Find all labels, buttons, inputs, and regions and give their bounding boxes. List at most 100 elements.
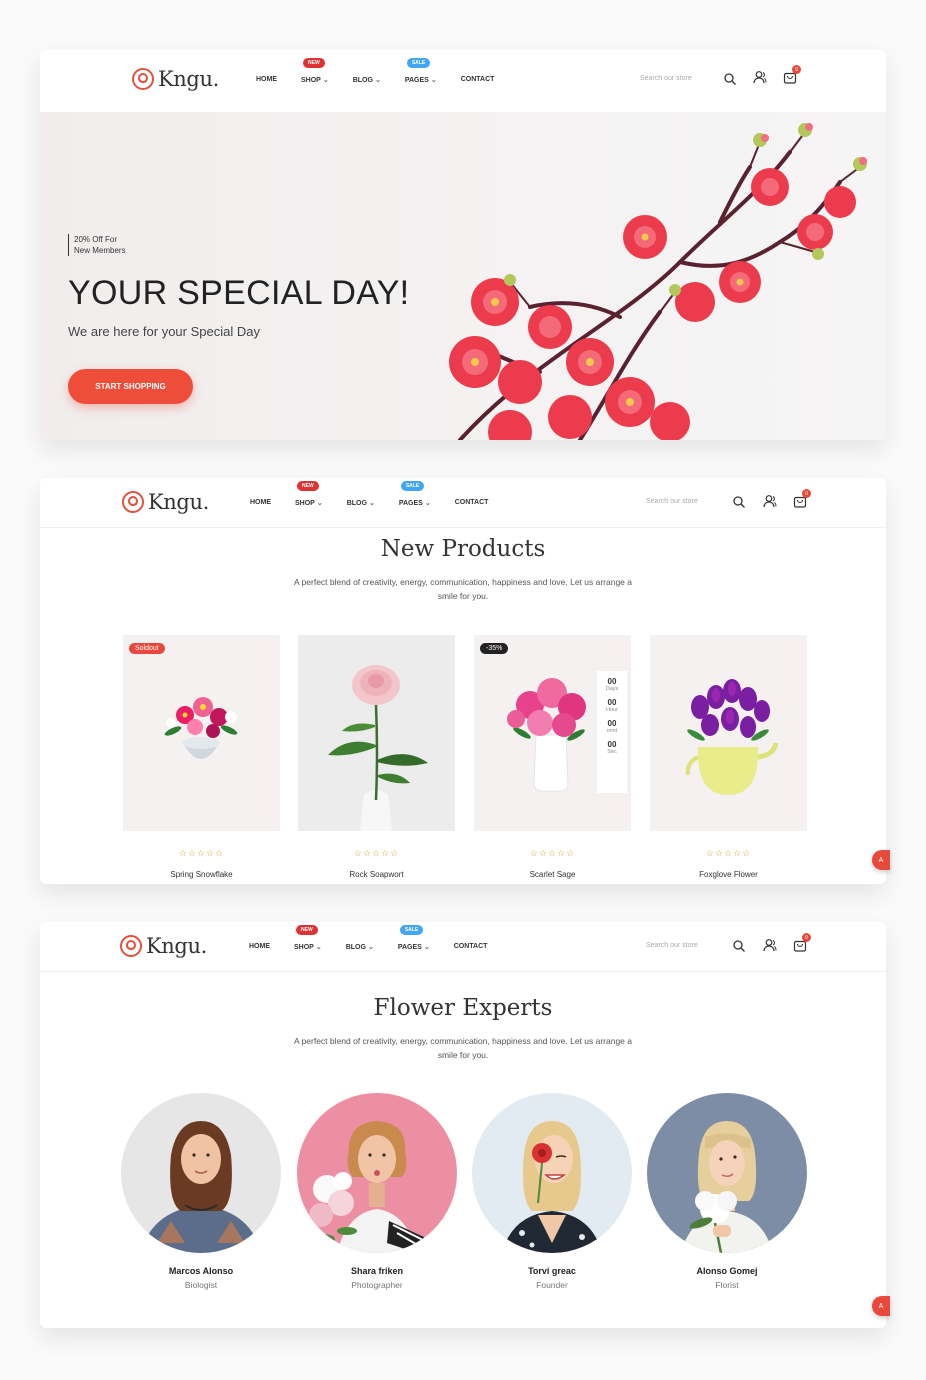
promo-line-1: 20% Off For: [74, 235, 117, 244]
discount-badge: -35%: [480, 643, 509, 654]
nav-pages-label: PAGES: [397, 944, 422, 951]
chevron-down-icon: ⌄: [430, 77, 437, 84]
section-description: A perfect blend of creativity, energy, c…: [294, 577, 632, 601]
expert-name: Torvi greac: [528, 1266, 576, 1276]
new-badge: NEW: [297, 481, 319, 491]
brand-logo[interactable]: Kngu.: [122, 490, 209, 514]
nav-contact[interactable]: CONTACT: [454, 943, 488, 951]
nav-pages[interactable]: SALE PAGES ⌄: [404, 58, 437, 84]
floating-action-button[interactable]: A: [872, 850, 890, 870]
nav-blog[interactable]: BLOG ⌄: [346, 943, 374, 951]
nav-pages-label: PAGES: [404, 77, 429, 84]
brand-logo[interactable]: Kngu.: [120, 934, 207, 958]
mixed-bouquet-image: [164, 697, 238, 759]
product-card[interactable]: -35% 00 Days 00 Hour 00 mint 00 Sec: [474, 635, 631, 831]
product-card[interactable]: [650, 635, 807, 831]
sale-badge: SALE: [400, 481, 425, 491]
main-nav: HOME NEW SHOP ⌄ BLOG ⌄ SALE PAGES ⌄ CONTACT: [249, 925, 488, 951]
nav-pages[interactable]: SALE PAGES ⌄: [397, 925, 430, 951]
nav-blog-label: BLOG: [345, 944, 366, 951]
expert-photo[interactable]: [472, 1093, 632, 1253]
nav-contact[interactable]: CONTACT: [461, 76, 495, 84]
user-icon[interactable]: [763, 938, 777, 952]
chevron-down-icon: ⌄: [423, 944, 430, 951]
product-card[interactable]: [298, 635, 455, 831]
star-rating: ☆☆☆☆☆: [178, 848, 225, 858]
search-icon[interactable]: [732, 939, 746, 953]
hero-preview-panel: Kngu. HOME NEW SHOP ⌄ BLOG ⌄ SALE PAGES ⌄ CON…: [40, 50, 886, 440]
expert-photo[interactable]: [297, 1093, 457, 1253]
start-shopping-button[interactable]: START SHOPPING: [68, 369, 193, 404]
promo-note: 20% Off For New Members: [68, 234, 126, 256]
cart-button[interactable]: 0: [783, 65, 801, 84]
cart-count-badge: 0: [802, 489, 811, 498]
countdown-timer: 00 Days 00 Hour 00 mint 00 Sec: [597, 671, 627, 793]
experts-preview-panel: Kngu. HOME NEW SHOP ⌄ BLOG ⌄ SALE PAGES ⌄ CON…: [40, 922, 886, 1328]
countdown-minutes-label: mint: [606, 728, 618, 734]
search-input[interactable]: Search our store: [640, 75, 692, 82]
expert-portrait-image: [297, 1093, 457, 1253]
nav-shop[interactable]: NEW SHOP ⌄: [301, 58, 329, 84]
product-name[interactable]: Scarlet Sage: [474, 870, 631, 879]
expert-photo[interactable]: [121, 1093, 281, 1253]
section-description: A perfect blend of creativity, energy, c…: [294, 1036, 632, 1060]
cart-count-badge: 0: [802, 933, 811, 942]
chevron-down-icon: ⌄: [424, 500, 431, 507]
site-header: Kngu. HOME NEW SHOP ⌄ BLOG ⌄ SALE PAGES ⌄ CON…: [40, 478, 886, 528]
expert-role: Biologist: [184, 1280, 218, 1290]
floating-action-button[interactable]: A: [872, 1296, 890, 1316]
star-rating: ☆☆☆☆☆: [529, 848, 576, 858]
countdown-hours-value: 00: [607, 698, 617, 707]
nav-home[interactable]: HOME: [249, 943, 270, 951]
hero-banner: 20% Off For New Members YOUR SPECIAL DAY…: [40, 112, 886, 440]
promo-line-2: New Members: [74, 246, 126, 255]
brand-logo[interactable]: Kngu.: [132, 67, 219, 91]
nav-shop[interactable]: NEW SHOP ⌄: [295, 481, 323, 507]
nav-home-label: HOME: [250, 499, 271, 506]
nav-blog[interactable]: BLOG ⌄: [347, 499, 375, 507]
expert-portrait-image: [121, 1093, 281, 1253]
star-rating: ☆☆☆☆☆: [353, 848, 400, 858]
search-input[interactable]: Search our store: [646, 498, 698, 505]
pink-rose-vase-image: [328, 665, 428, 831]
flower-logo-icon: [122, 491, 144, 513]
search-icon[interactable]: [732, 495, 746, 509]
new-badge: NEW: [296, 925, 318, 935]
expert-photo[interactable]: [647, 1093, 807, 1253]
product-name[interactable]: Spring Snowflake: [123, 870, 280, 879]
chevron-down-icon: ⌄: [368, 500, 375, 507]
nav-contact-label: CONTACT: [454, 499, 489, 506]
nav-shop[interactable]: NEW SHOP ⌄: [294, 925, 322, 951]
user-icon[interactable]: [763, 494, 777, 508]
product-name[interactable]: Foxglove Flower: [650, 870, 807, 879]
search-input[interactable]: Search our store: [646, 942, 698, 949]
nav-contact[interactable]: CONTACT: [455, 499, 489, 507]
nav-pages[interactable]: SALE PAGES ⌄: [399, 481, 431, 507]
product-name[interactable]: Rock Soapwort: [298, 870, 455, 879]
chevron-down-icon: ⌄: [374, 77, 381, 84]
nav-blog-label: BLOG: [346, 500, 367, 507]
expert-name: Marcos Alonso: [168, 1266, 234, 1276]
cart-button[interactable]: 0: [793, 933, 811, 952]
products-preview-panel: Kngu. HOME NEW SHOP ⌄ BLOG ⌄ SALE PAGES ⌄ CON…: [40, 478, 886, 884]
user-icon[interactable]: [753, 70, 767, 84]
site-header: Kngu. HOME NEW SHOP ⌄ BLOG ⌄ SALE PAGES ⌄ CON…: [40, 50, 886, 112]
product-card[interactable]: Soldout: [123, 635, 280, 831]
nav-blog[interactable]: BLOG ⌄: [353, 76, 381, 84]
search-icon[interactable]: [723, 72, 737, 86]
chevron-down-icon: ⌄: [316, 500, 323, 507]
cart-button[interactable]: 0: [793, 489, 811, 508]
nav-home[interactable]: HOME: [256, 76, 277, 84]
expert-role: Florist: [715, 1280, 739, 1290]
expert-portrait-image: [472, 1093, 632, 1253]
countdown-minutes-value: 00: [607, 719, 617, 728]
chevron-down-icon: ⌄: [322, 77, 329, 84]
new-badge: NEW: [303, 58, 325, 68]
nav-home[interactable]: HOME: [250, 499, 271, 507]
expert-name: Shara friken: [350, 1266, 404, 1276]
nav-blog-label: BLOG: [352, 77, 373, 84]
main-nav: HOME NEW SHOP ⌄ BLOG ⌄ SALE PAGES ⌄ CONTACT: [250, 481, 489, 507]
expert-portrait-image: [647, 1093, 807, 1253]
flower-logo-icon: [120, 935, 142, 957]
nav-home-label: HOME: [249, 943, 270, 950]
